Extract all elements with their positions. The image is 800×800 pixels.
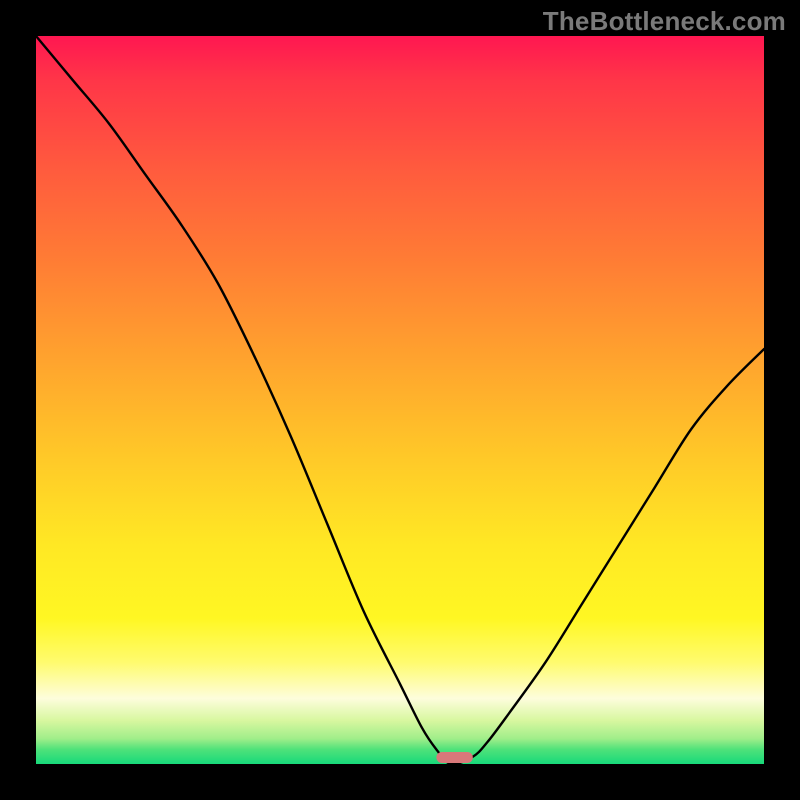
chart-svg	[36, 36, 764, 764]
watermark-text: TheBottleneck.com	[543, 6, 786, 37]
bottleneck-curve	[36, 36, 764, 764]
optimum-marker	[436, 752, 472, 763]
chart-frame: TheBottleneck.com	[0, 0, 800, 800]
plot-area	[36, 36, 764, 764]
